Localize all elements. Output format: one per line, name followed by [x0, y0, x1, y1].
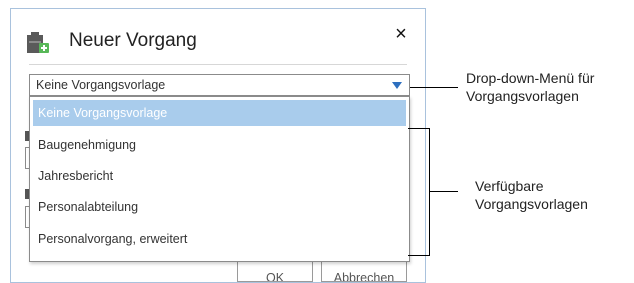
- callout-available-line1: Verfügbare: [475, 178, 544, 194]
- callout-available-line2: Vorgangsvorlagen: [475, 196, 588, 212]
- dropdown-option[interactable]: Keine Vorgangsvorlage: [33, 100, 406, 126]
- template-dropdown[interactable]: Keine Vorgangsvorlage: [29, 74, 410, 96]
- new-case-dialog: Neuer Vorgang × Keine Vorgangsvorlage OK…: [10, 8, 426, 283]
- callout-dropdown-line2: Vorgangsvorlagen: [466, 88, 579, 104]
- triangle-down-icon[interactable]: [392, 82, 402, 90]
- close-icon: ×: [395, 23, 407, 45]
- callout-line-dropdown: [410, 87, 458, 88]
- dialog-title: Neuer Vorgang: [69, 30, 197, 51]
- template-dropdown-value: Keine Vorgangsvorlage: [36, 78, 166, 92]
- template-dropdown-list: Keine Vorgangsvorlage Baugenehmigung Jah…: [29, 96, 410, 262]
- callout-line-available: [430, 191, 458, 192]
- dropdown-option[interactable]: Personalvorgang, erweitert: [33, 226, 406, 252]
- close-button[interactable]: ×: [391, 24, 411, 44]
- dropdown-option[interactable]: Personalabteilung: [33, 194, 406, 220]
- title-divider: [29, 64, 407, 65]
- bracket-bottom: [408, 255, 430, 256]
- callout-dropdown-text: Drop-down-Menü für Vorgangsvorlagen: [466, 69, 594, 105]
- callout-available-text: Verfügbare Vorgangsvorlagen: [475, 177, 588, 213]
- file-cabinet-icon: [27, 32, 49, 53]
- bracket-vertical: [429, 128, 430, 256]
- dropdown-option[interactable]: Jahresbericht: [33, 163, 406, 189]
- dropdown-option[interactable]: Baugenehmigung: [33, 132, 406, 158]
- callout-dropdown-line1: Drop-down-Menü für: [466, 70, 595, 86]
- bracket-top: [408, 128, 430, 129]
